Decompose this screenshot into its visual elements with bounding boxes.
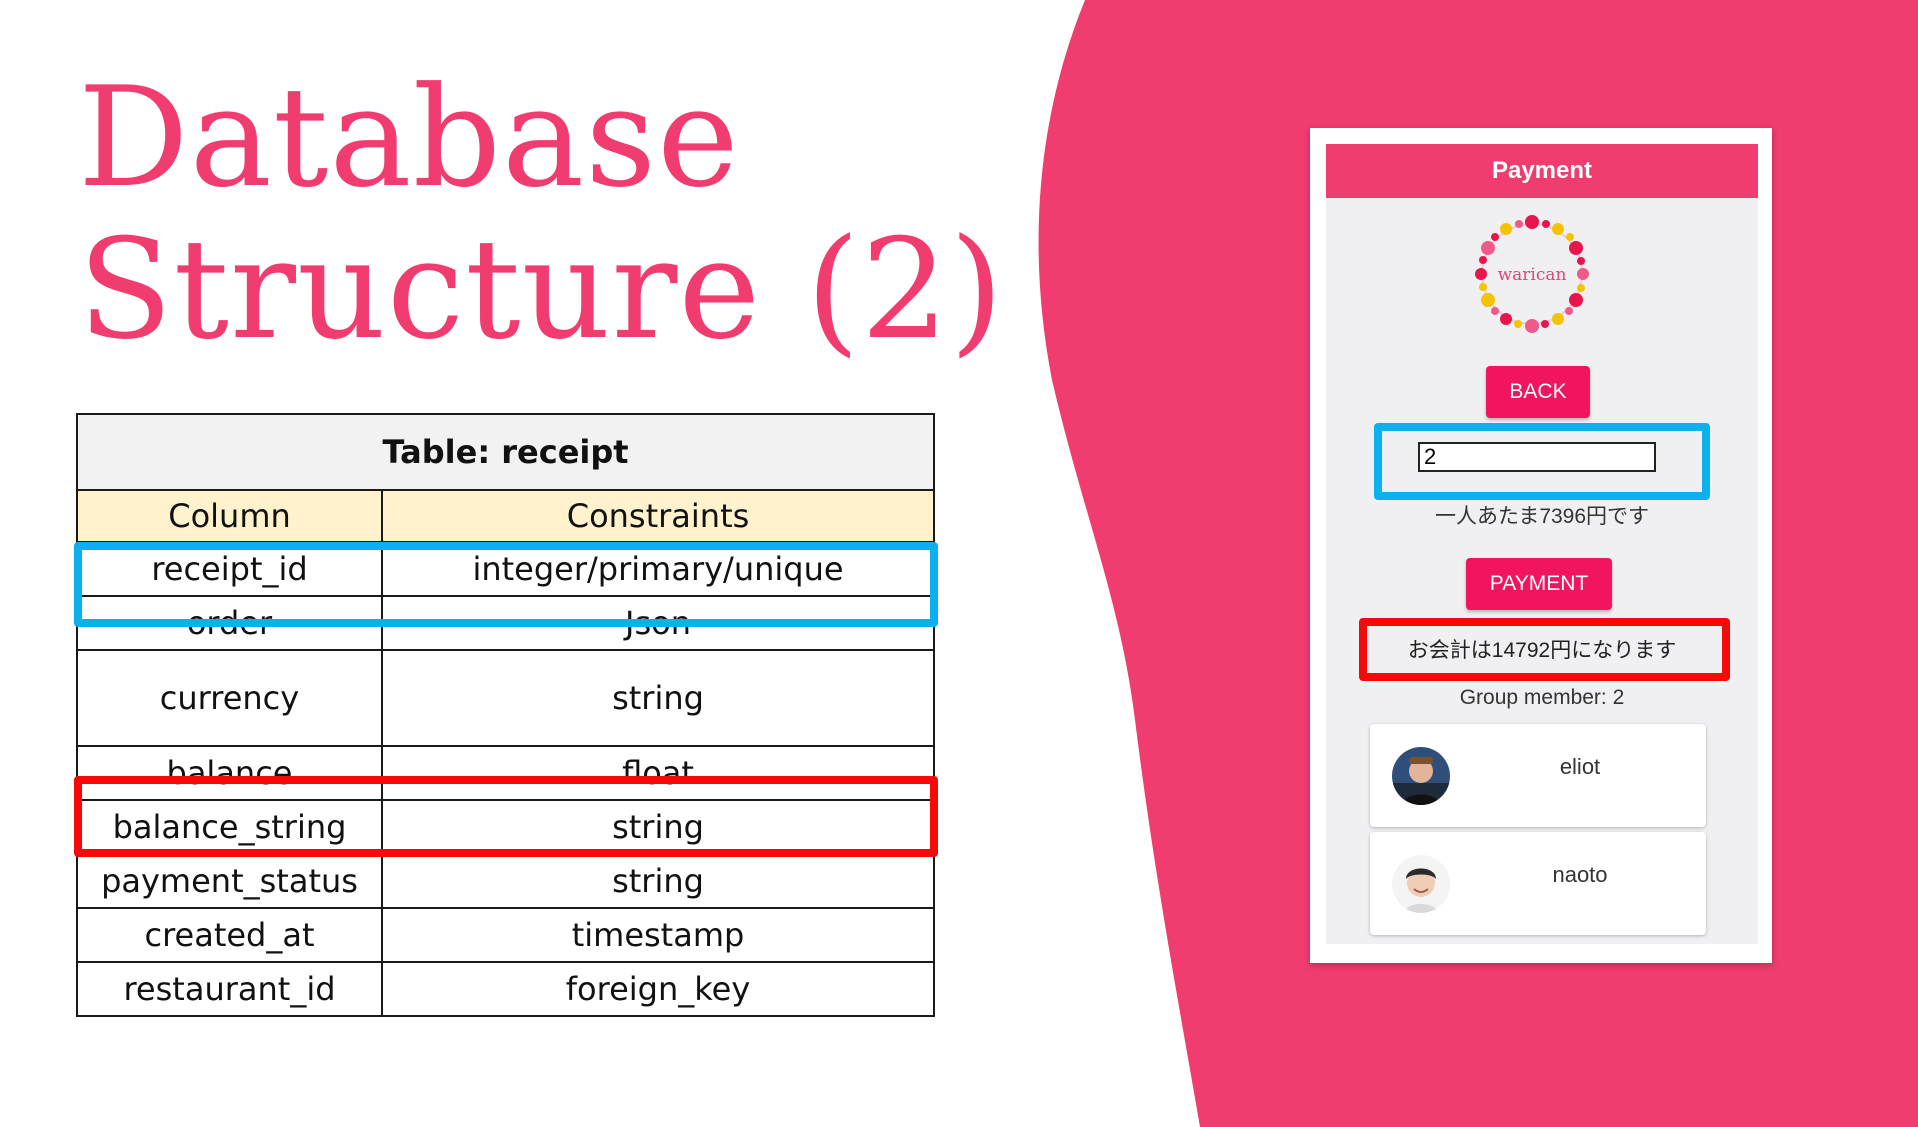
- app-screen: Payment warican BACK 2 一人あたま7396円です PAYM…: [1326, 144, 1758, 944]
- receipt-id-highlight: [74, 542, 938, 627]
- member-card[interactable]: naoto: [1370, 832, 1706, 935]
- payment-button[interactable]: PAYMENT: [1466, 558, 1612, 610]
- constraint-cell: timestamp: [380, 907, 936, 963]
- title-line-1: Database: [78, 57, 740, 218]
- constraints-header: Constraints: [380, 489, 936, 543]
- table-row: payment_status string: [76, 853, 936, 909]
- table-row: restaurant_id foreign_key: [76, 961, 936, 1017]
- member-input-highlight: [1374, 423, 1710, 500]
- app-header: Payment: [1326, 144, 1758, 198]
- total-highlight: [1359, 618, 1730, 681]
- title-line-2: Structure (2): [78, 209, 1005, 370]
- constraint-cell: string: [380, 853, 936, 909]
- member-name: eliot: [1559, 754, 1601, 779]
- constraint-cell: string: [380, 649, 936, 747]
- group-member-count: Group member: 2: [1459, 686, 1625, 709]
- constraint-cell: foreign_key: [380, 961, 936, 1017]
- column-header: Column: [76, 489, 383, 543]
- logo-text: warican: [1498, 265, 1567, 285]
- avatar-icon: [1392, 855, 1450, 913]
- per-person-amount: 一人あたま7396円です: [1434, 505, 1650, 528]
- member-card[interactable]: eliot: [1370, 724, 1706, 827]
- slide-title: Database Structure (2): [78, 62, 1004, 366]
- avatar-icon: [1392, 747, 1450, 805]
- table-caption: Table: receipt: [75, 413, 936, 491]
- receipt-table: Table: receipt Column Constraints receip…: [75, 413, 936, 1017]
- phone-mockup: Payment warican BACK 2 一人あたま7396円です PAYM…: [1310, 128, 1772, 963]
- warican-logo: warican: [1462, 204, 1602, 344]
- balance-highlight: [74, 776, 938, 857]
- column-cell: created_at: [76, 907, 383, 963]
- table-row: currency string: [76, 649, 936, 747]
- member-name: naoto: [1552, 862, 1608, 887]
- column-cell: payment_status: [76, 853, 383, 909]
- column-cell: restaurant_id: [76, 961, 383, 1017]
- column-cell: currency: [76, 649, 383, 747]
- back-button[interactable]: BACK: [1486, 366, 1590, 418]
- table-row: created_at timestamp: [76, 907, 936, 963]
- flower-wreath-icon: warican: [1475, 215, 1589, 333]
